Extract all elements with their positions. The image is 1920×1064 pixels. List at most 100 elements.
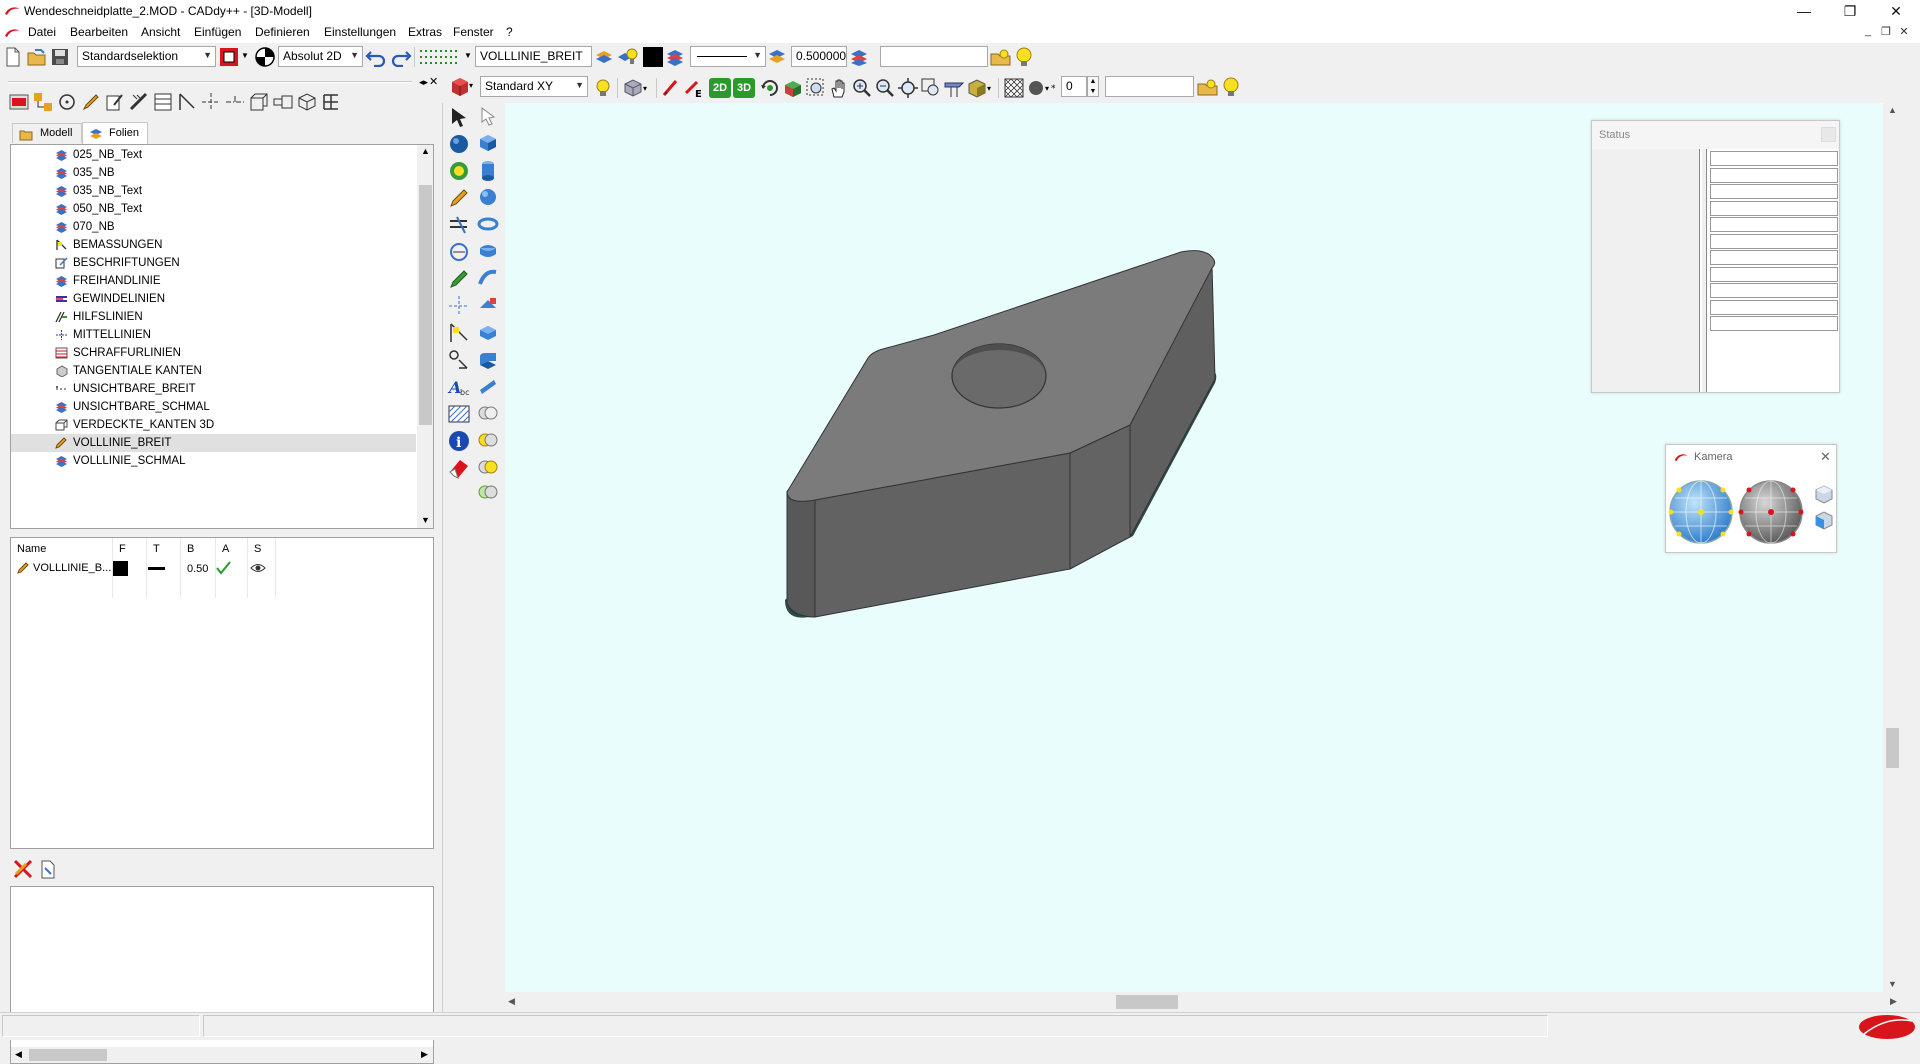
wireframe-box-icon[interactable] — [248, 91, 270, 113]
camera-orbit-globe-icon[interactable] — [1667, 478, 1735, 546]
chain-line-icon[interactable] — [224, 91, 246, 113]
camera-cube-front-icon[interactable] — [1813, 509, 1835, 531]
tree-item[interactable]: 025_NB_Text — [11, 146, 416, 164]
col-name[interactable]: Name — [17, 543, 46, 555]
col-type[interactable]: T — [153, 543, 160, 555]
sphere-tool-icon[interactable] — [447, 132, 471, 156]
viewport-vscrollbar[interactable]: ▲ ▼ — [1883, 103, 1902, 992]
selection-mode-select[interactable]: Standardselektion ▼ — [77, 46, 216, 67]
line-width-icon[interactable] — [767, 47, 789, 67]
fillet-3d-icon[interactable] — [477, 348, 499, 370]
revolve-3d-icon[interactable] — [477, 240, 499, 262]
select-arrow-icon[interactable] — [447, 105, 471, 129]
draw-green-icon[interactable] — [447, 267, 471, 291]
layer-stack-icon[interactable] — [665, 47, 687, 67]
select-arrow-outline-icon[interactable] — [477, 105, 499, 127]
layer-name-field[interactable]: VOLLLINIE_BREIT — [475, 46, 592, 67]
text-tool-icon[interactable]: Abc — [447, 375, 471, 399]
view-3d-button[interactable]: 3D — [733, 78, 755, 98]
zoom-in-icon[interactable] — [851, 77, 873, 99]
tree-item[interactable]: 070_NB — [11, 218, 416, 236]
minimize-button[interactable]: — — [1781, 0, 1827, 22]
construction-line-icon[interactable] — [447, 294, 471, 318]
menu-definieren[interactable]: Definieren — [255, 25, 310, 39]
model-color-icon[interactable]: ▾ — [450, 76, 476, 98]
object-tree-icon[interactable] — [32, 91, 54, 113]
cutting-insert-model[interactable] — [785, 250, 1217, 618]
tab-model[interactable]: Modell — [12, 123, 82, 143]
boolean-subtract-icon[interactable] — [477, 429, 499, 451]
view-light-icon[interactable] — [592, 77, 614, 99]
transform-icon[interactable] — [447, 240, 471, 264]
tree-item[interactable]: UNSICHTBARE_BREIT — [11, 380, 416, 398]
col-color[interactable]: F — [119, 543, 126, 555]
line-type-select[interactable]: ▼ — [690, 46, 766, 67]
rotate-view-icon[interactable] — [759, 77, 781, 99]
row-linetype[interactable] — [148, 567, 165, 570]
view-cube-icon[interactable]: ▾ — [622, 77, 652, 99]
restore-button[interactable]: ❐ — [1827, 0, 1873, 22]
view-search-input[interactable] — [1105, 76, 1194, 97]
menu-bearbeiten[interactable]: Bearbeiten — [70, 25, 128, 39]
scroll-right-icon[interactable]: ▶ — [1890, 996, 1897, 1007]
menu-extras[interactable]: Extras — [408, 25, 442, 39]
tree-item[interactable]: BEMASSUNGEN — [11, 236, 416, 254]
torus-3d-icon[interactable] — [477, 213, 499, 235]
camera-target-globe-icon[interactable] — [1737, 478, 1805, 546]
tab-layers[interactable]: Folien — [82, 122, 148, 144]
mdi-close-button[interactable]: ✕ — [1896, 25, 1912, 41]
scroll-left-icon[interactable]: ◀ — [15, 1049, 22, 1060]
sweep-3d-icon[interactable] — [477, 267, 499, 289]
counter-spinner[interactable]: ▲ ▼ — [1087, 76, 1099, 97]
draw-line-icon[interactable] — [447, 186, 471, 210]
scroll-down-icon[interactable]: ▼ — [421, 515, 430, 525]
chevron-down-icon[interactable]: ▼ — [464, 51, 472, 60]
layer-manager-icon[interactable] — [594, 47, 616, 67]
lightbulb-icon[interactable] — [1013, 46, 1035, 68]
scroll-left-icon[interactable]: ◀ — [508, 996, 515, 1007]
zoom-window-icon[interactable] — [805, 77, 827, 99]
undo-icon[interactable] — [365, 47, 387, 67]
mdi-minimize-button[interactable]: _ — [1860, 25, 1876, 41]
menu-einfuegen[interactable]: Einfügen — [194, 25, 241, 39]
shaft-icon[interactable] — [272, 91, 294, 113]
cylinder-3d-icon[interactable] — [477, 159, 499, 183]
menu-fenster[interactable]: Fenster — [453, 25, 494, 39]
boolean-cut-icon[interactable] — [477, 481, 499, 503]
tree-item[interactable]: 035_NB_Text — [11, 182, 416, 200]
search-input[interactable] — [880, 46, 988, 67]
camera-cube-top-icon[interactable] — [1813, 483, 1835, 505]
info-icon[interactable]: i — [447, 429, 471, 453]
view-2d-button[interactable]: 2D — [709, 78, 731, 98]
measure-icon[interactable] — [128, 91, 150, 113]
eye-icon[interactable] — [250, 562, 266, 574]
grid-icon[interactable] — [418, 47, 462, 67]
col-visible[interactable]: S — [254, 543, 261, 555]
info-hscrollbar[interactable]: ◀ ▶ — [11, 1047, 433, 1063]
tree-item[interactable]: VOLLLINIE_SCHMAL — [11, 452, 416, 470]
hatch-pattern-icon[interactable] — [1003, 77, 1025, 99]
close-icon[interactable]: ✕ — [1820, 449, 1831, 465]
viewport-hscrollbar[interactable]: ◀ ▶ — [505, 992, 1902, 1012]
boolean-union-icon[interactable] — [477, 402, 499, 424]
coordinate-origin-icon[interactable] — [255, 47, 275, 67]
box-3d-icon[interactable] — [477, 132, 499, 154]
tree-item[interactable]: VOLLLINIE_BREIT — [11, 434, 416, 452]
circle-tool-icon[interactable] — [56, 91, 78, 113]
delete-layer-icon[interactable] — [12, 858, 34, 880]
menu-datei[interactable]: Datei — [28, 25, 56, 39]
row-color-swatch[interactable] — [113, 561, 128, 576]
save-icon[interactable] — [50, 47, 70, 67]
zoom-out-icon[interactable] — [874, 77, 896, 99]
status-window-titlebar[interactable]: Status — [1592, 121, 1839, 149]
table-row[interactable]: VOLLLINIE_B... 0.50 — [11, 558, 433, 578]
color-swatch[interactable] — [643, 47, 663, 67]
properties-icon[interactable] — [8, 91, 30, 113]
edit-element-icon[interactable]: E — [683, 77, 705, 99]
tree-item[interactable]: UNSICHTBARE_SCHMAL — [11, 398, 416, 416]
counter-field[interactable]: 0 — [1061, 76, 1087, 97]
modify-icon[interactable] — [447, 213, 471, 237]
tree-item[interactable]: TANGENTIALE KANTEN — [11, 362, 416, 380]
scroll-up-icon[interactable]: ▲ — [1888, 105, 1897, 115]
dimension-tool-icon[interactable] — [447, 321, 471, 345]
